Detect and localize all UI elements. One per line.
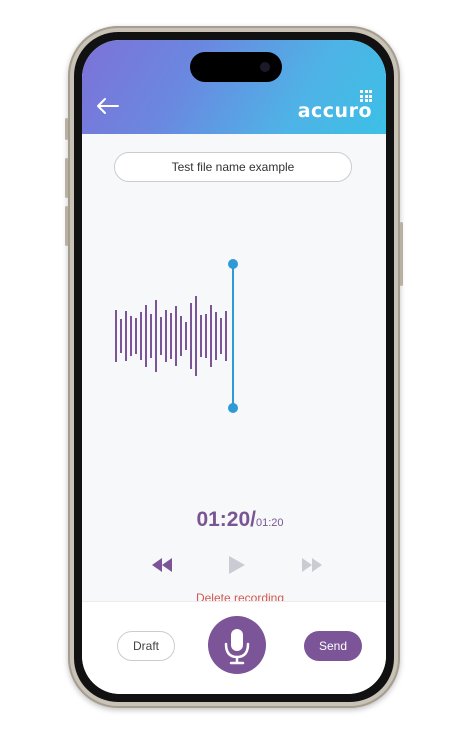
waveform-bar bbox=[205, 314, 207, 358]
waveform-bar bbox=[220, 318, 222, 354]
app-header: accuro bbox=[82, 40, 386, 134]
waveform-bar bbox=[115, 310, 117, 362]
accuro-logo: accuro bbox=[292, 90, 372, 126]
app-screen: accuro Test file name example 01:20/01:2… bbox=[82, 40, 386, 694]
waveform bbox=[115, 259, 238, 413]
phone-volume-down-button bbox=[65, 206, 68, 246]
dynamic-island bbox=[190, 52, 282, 82]
waveform-bar bbox=[120, 319, 122, 353]
waveform-bar bbox=[175, 306, 177, 366]
waveform-bar bbox=[200, 315, 202, 357]
waveform-bar bbox=[160, 317, 162, 355]
current-time: 01:20 bbox=[196, 508, 251, 531]
total-time: 01:20 bbox=[256, 517, 284, 529]
send-button[interactable]: Send bbox=[304, 631, 362, 661]
waveform-bar bbox=[210, 305, 212, 367]
play-button[interactable] bbox=[228, 555, 246, 580]
waveform-bar bbox=[225, 311, 227, 361]
waveform-bar bbox=[145, 305, 147, 367]
phone-side-button bbox=[65, 118, 68, 140]
playhead-bottom-handle[interactable] bbox=[228, 403, 238, 413]
fast-forward-button[interactable] bbox=[302, 558, 322, 577]
record-button[interactable] bbox=[208, 616, 266, 674]
rewind-icon bbox=[152, 558, 172, 572]
rewind-button[interactable] bbox=[152, 558, 172, 577]
logo-text: accuro bbox=[297, 100, 372, 122]
phone-volume-up-button bbox=[65, 158, 68, 198]
phone-bezel: accuro Test file name example 01:20/01:2… bbox=[74, 32, 394, 702]
waveform-bar bbox=[155, 300, 157, 372]
phone-power-button bbox=[400, 222, 403, 286]
fast-forward-icon bbox=[302, 558, 322, 572]
playhead-top-handle[interactable] bbox=[228, 259, 238, 269]
arrow-left-icon bbox=[97, 98, 119, 114]
microphone-icon bbox=[224, 629, 250, 665]
waveform-bar bbox=[215, 312, 217, 360]
waveform-bar bbox=[170, 313, 172, 359]
waveform-bar bbox=[125, 311, 127, 361]
waveform-bar bbox=[150, 314, 152, 358]
camera-icon bbox=[260, 62, 270, 72]
waveform-bar bbox=[165, 310, 167, 362]
file-name-field[interactable]: Test file name example bbox=[114, 152, 352, 182]
waveform-bar bbox=[135, 318, 137, 354]
bottom-action-bar: Draft Send bbox=[82, 601, 386, 694]
playback-controls bbox=[82, 555, 386, 577]
waveform-bar bbox=[195, 296, 197, 376]
waveform-bar bbox=[140, 312, 142, 360]
waveform-bar bbox=[190, 303, 192, 369]
time-display: 01:20/01:20 bbox=[82, 508, 386, 532]
waveform-bar bbox=[130, 316, 132, 356]
play-icon bbox=[229, 556, 245, 574]
back-button[interactable] bbox=[94, 96, 120, 116]
phone-frame: accuro Test file name example 01:20/01:2… bbox=[65, 26, 403, 708]
draft-button[interactable]: Draft bbox=[117, 631, 175, 661]
waveform-bar bbox=[180, 316, 182, 356]
waveform-bar bbox=[185, 322, 187, 350]
